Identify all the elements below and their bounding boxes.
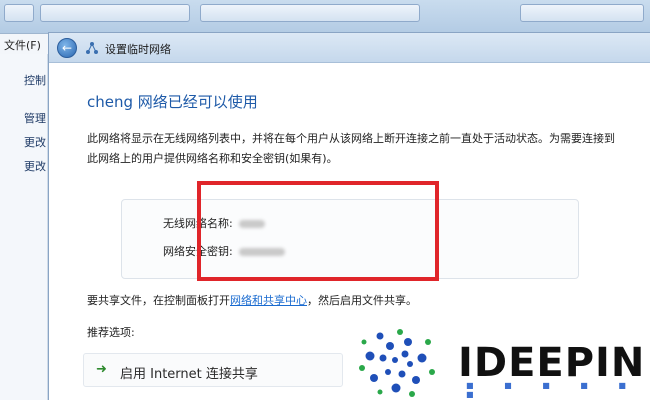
background-toolbar bbox=[0, 0, 650, 34]
network-sharing-center-link[interactable]: 网络和共享中心 bbox=[230, 294, 307, 307]
recommended-options-label: 推荐选项: bbox=[87, 326, 135, 339]
enable-ics-option[interactable]: ➜ 启用 Internet 连接共享 bbox=[83, 353, 343, 387]
share-suffix: ，然后启用文件共享。 bbox=[307, 294, 417, 307]
sidebar-item[interactable]: 更改 bbox=[24, 134, 46, 150]
network-icon bbox=[86, 42, 98, 54]
file-sharing-hint: 要共享文件，在控制面板打开网络和共享中心，然后启用文件共享。 bbox=[87, 292, 417, 308]
enable-ics-label: 启用 Internet 连接共享 bbox=[120, 367, 258, 382]
ideepin-logo-icon bbox=[359, 329, 435, 397]
sidebar-item[interactable]: 更改 bbox=[24, 158, 46, 174]
back-arrow-icon[interactable]: ← bbox=[57, 38, 77, 58]
share-prefix: 要共享文件，在控制面板打开 bbox=[87, 294, 230, 307]
page-heading: cheng 网络已经可以使用 bbox=[87, 93, 258, 111]
dialog-title: 设置临时网络 bbox=[105, 43, 171, 56]
sidebar-item[interactable]: 管理 bbox=[24, 110, 46, 126]
sidebar-item[interactable]: 控制 bbox=[24, 72, 46, 88]
background-sidebar: 控制 管理 更改 更改 bbox=[0, 54, 48, 400]
description-text: 此网络将显示在无线网络列表中，并将在每个用户从该网络上断开连接之前一直处于活动状… bbox=[87, 132, 615, 165]
background-breadcrumb[interactable] bbox=[200, 4, 420, 22]
highlight-annotation-box bbox=[197, 181, 439, 281]
watermark-tagline-dots: ■ ■ ■ ■ ■ ■ bbox=[466, 381, 640, 399]
background-search-box[interactable] bbox=[520, 4, 644, 22]
background-nav-button[interactable] bbox=[4, 4, 34, 22]
background-address-bar[interactable] bbox=[40, 4, 190, 22]
watermark-brand-text: IDEEPIN bbox=[458, 340, 646, 386]
green-arrow-icon: ➜ bbox=[96, 362, 107, 377]
dialog-titlebar: ← 设置临时网络 bbox=[49, 33, 650, 63]
